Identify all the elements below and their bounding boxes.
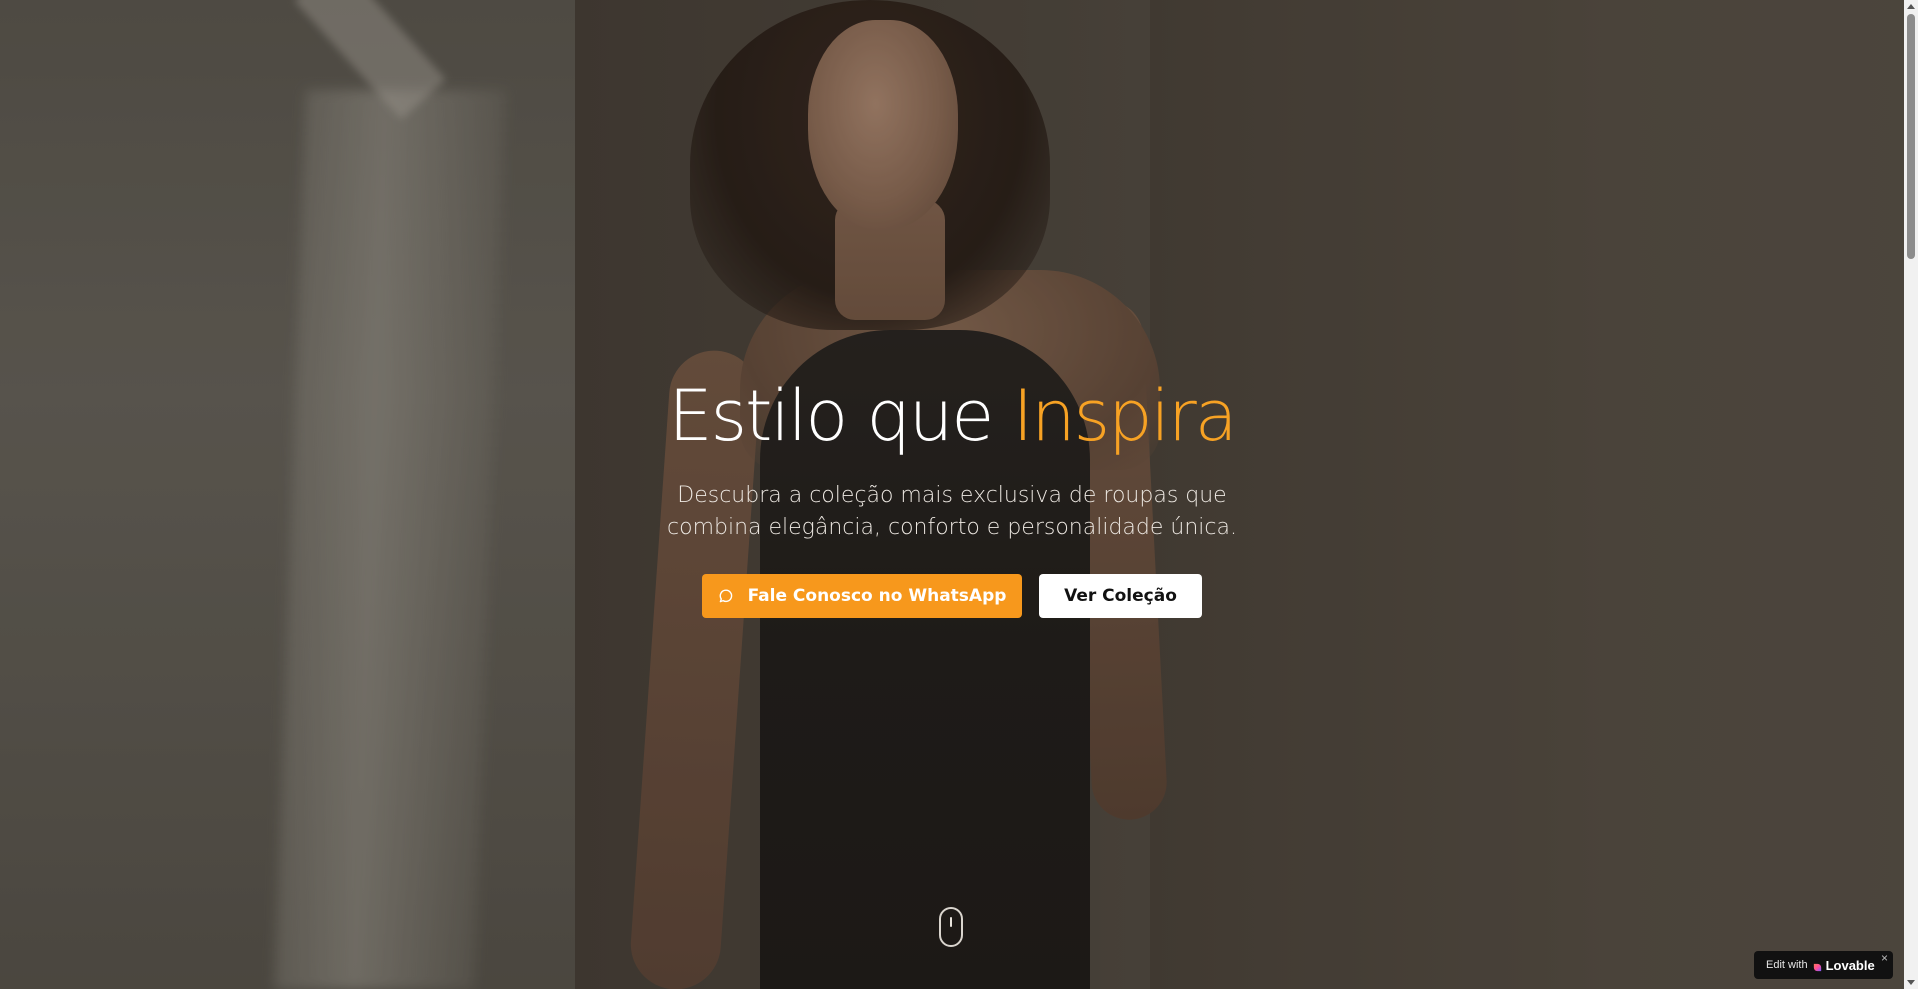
whatsapp-button[interactable]: Fale Conosco no WhatsApp — [702, 574, 1022, 618]
page: Estilo que Inspira Descubra a coleção ma… — [0, 0, 1918, 989]
hero-title-accent: Inspira — [1012, 375, 1238, 457]
view-collection-button[interactable]: Ver Coleção — [1039, 574, 1202, 618]
hero-buttons: Fale Conosco no WhatsApp Ver Coleção — [0, 574, 1904, 618]
scrollbar-thumb[interactable] — [1907, 14, 1915, 259]
hero-section: Estilo que Inspira Descubra a coleção ma… — [0, 370, 1904, 618]
scroll-up-arrow-icon[interactable] — [1907, 4, 1915, 9]
scroll-wheel — [950, 917, 952, 927]
view-collection-button-label: Ver Coleção — [1064, 586, 1177, 606]
hero-subtitle: Descubra a coleção mais exclusiva de rou… — [667, 483, 1237, 540]
lovable-badge[interactable]: Edit with Lovable × — [1754, 951, 1893, 979]
lovable-brand: Lovable — [1825, 957, 1875, 973]
hero-title-prefix: Estilo que — [668, 375, 1013, 457]
mouse-scroll-icon — [939, 907, 963, 947]
lovable-edit-text: Edit with — [1766, 959, 1808, 971]
close-icon[interactable]: × — [1881, 952, 1888, 964]
whatsapp-button-label: Fale Conosco no WhatsApp — [747, 586, 1007, 606]
hero-title: Estilo que Inspira — [0, 370, 1904, 462]
message-circle-icon — [718, 588, 734, 604]
page-scrollbar[interactable] — [1904, 0, 1918, 989]
scroll-down-arrow-icon[interactable] — [1907, 980, 1915, 985]
heart-icon — [1812, 960, 1823, 971]
